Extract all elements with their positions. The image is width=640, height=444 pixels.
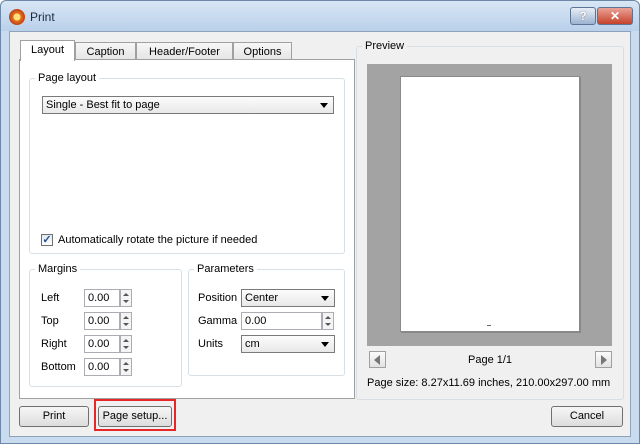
page-size-label: Page size: 8.27x11.69 inches, 210.00x297… [367,377,611,389]
margin-left-stepper[interactable] [120,289,132,307]
auto-rotate-checkbox[interactable]: ✓ [41,234,53,246]
margin-bottom-label: Bottom [41,361,76,373]
title-bar: Print ? ✕ [1,1,639,31]
chevron-down-icon [320,103,328,108]
tab-layout[interactable]: Layout [20,40,75,61]
cancel-button[interactable]: Cancel [551,406,623,427]
gamma-label: Gamma [198,315,238,327]
layout-tab-panel: Page layout Single - Best fit to page ✓ … [19,59,355,399]
preview-label: Preview [365,40,405,52]
position-select[interactable]: Center [241,289,335,307]
arrow-down-icon [123,323,129,326]
previous-page-button[interactable] [369,351,386,368]
margin-top-input[interactable]: 0.00 [84,312,120,330]
page-layout-select-value: Single - Best fit to page [46,99,160,111]
margin-right-input[interactable]: 0.00 [84,335,120,353]
parameters-label: Parameters [197,263,254,275]
help-button[interactable]: ? [570,7,596,25]
dialog-body: Layout Caption Header/Footer Options Pag… [9,31,631,437]
margin-bottom-input[interactable]: 0.00 [84,358,120,376]
gamma-stepper[interactable] [322,312,334,330]
close-button[interactable]: ✕ [597,7,633,25]
gamma-input[interactable]: 0.00 [241,312,322,330]
page-indicator: Page 1/1 [468,354,513,366]
margin-top-label: Top [41,315,59,327]
margin-left-label: Left [41,292,60,304]
page-layout-select[interactable]: Single - Best fit to page [42,96,334,114]
page-layout-label: Page layout [38,72,97,84]
margin-left-input[interactable]: 0.00 [84,289,120,307]
arrow-up-icon [123,362,129,365]
auto-rotate-label: Automatically rotate the picture if need… [58,234,258,246]
position-label: Position [198,292,238,304]
window-title: Print [30,10,55,24]
arrow-up-icon [123,293,129,296]
arrow-up-icon [123,316,129,319]
next-page-button[interactable] [595,351,612,368]
arrow-down-icon [123,346,129,349]
margin-top-stepper[interactable] [120,312,132,330]
chevron-left-icon [374,355,380,365]
margin-right-label: Right [41,338,67,350]
units-select-value: cm [245,338,260,350]
chevron-right-icon [601,355,607,365]
print-button[interactable]: Print [19,406,89,427]
arrow-down-icon [123,300,129,303]
arrow-up-icon [123,339,129,342]
units-select[interactable]: cm [241,335,335,353]
margins-label: Margins [38,263,78,275]
page-setup-highlight [94,399,176,431]
preview-page [400,76,580,332]
arrow-up-icon [325,316,331,319]
page-number-mark [487,325,491,326]
margin-right-stepper[interactable] [120,335,132,353]
preview-canvas [367,64,612,346]
print-dialog: Print ? ✕ Layout Caption Header/Footer O… [0,0,640,444]
app-icon [9,9,25,25]
arrow-down-icon [123,369,129,372]
arrow-down-icon [325,323,331,326]
units-label: Units [198,338,224,350]
chevron-down-icon [321,342,329,347]
position-select-value: Center [245,292,279,304]
margin-bottom-stepper[interactable] [120,358,132,376]
chevron-down-icon [321,296,329,301]
